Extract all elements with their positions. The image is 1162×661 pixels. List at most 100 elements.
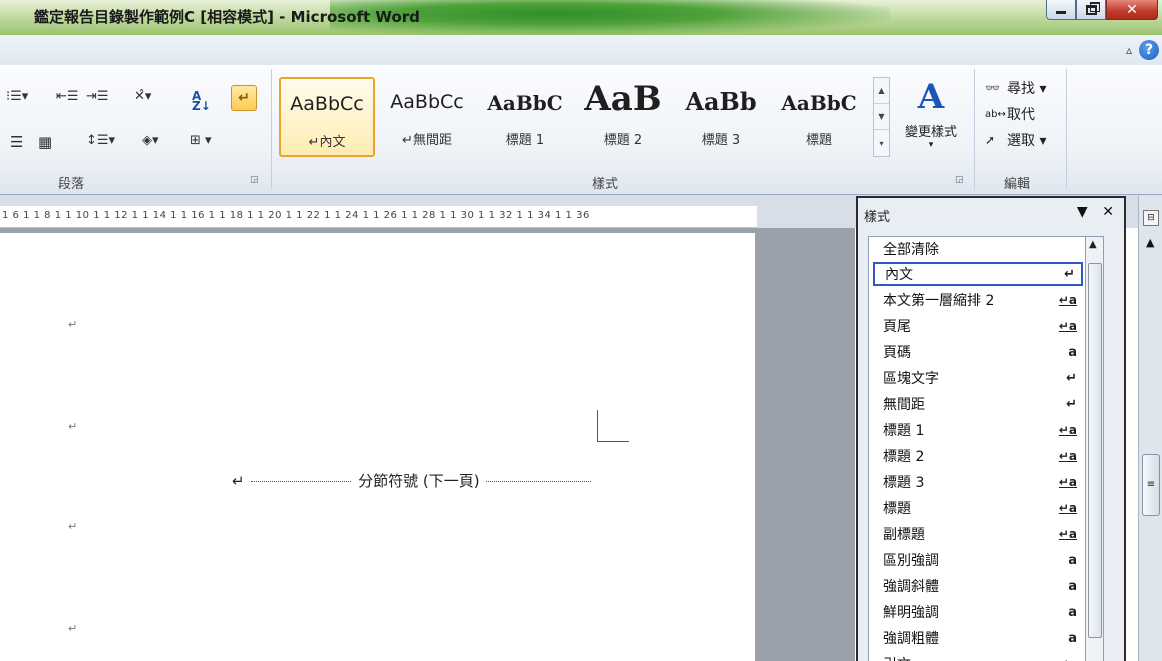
change-styles-icon: A [917, 77, 945, 117]
multilevel-list-icon[interactable]: ⁝☰▾ [6, 89, 28, 104]
gallery-style-normal[interactable]: AaBbCc ↵內文 [279, 77, 375, 157]
paragraph-style-icon: ↵ [1066, 370, 1077, 386]
style-item-label: 全部清除 [883, 242, 939, 258]
style-item-label: 標題 1 [883, 423, 925, 439]
styles-group-label: 樣式 [592, 177, 619, 192]
style-item[interactable]: 強調斜體 a [873, 574, 1083, 598]
gallery-sample: AaBb [685, 87, 757, 116]
gallery-style-heading-3[interactable]: AaBb 標題 3 [673, 77, 769, 157]
collapse-ribbon-icon[interactable]: ▵ [1126, 43, 1132, 57]
line-spacing-icon[interactable]: ↕☰▾ [86, 133, 115, 148]
minimize-button[interactable] [1046, 0, 1076, 20]
replace-label: 取代 [1007, 107, 1035, 123]
minimize-icon [1056, 11, 1066, 14]
gallery-style-name: 標題 [805, 133, 832, 148]
character-style-icon: a [1068, 344, 1077, 360]
help-icon[interactable]: ? [1139, 40, 1159, 60]
pane-close-icon[interactable]: ✕ [1102, 204, 1114, 220]
style-item-label: 標題 3 [883, 475, 925, 491]
editing-group-label: 編輯 [1004, 177, 1031, 192]
style-item[interactable]: 標題 2 ↵a [873, 444, 1083, 468]
style-item[interactable]: 頁尾 ↵a [873, 314, 1083, 338]
style-item[interactable]: 標題 1 ↵a [873, 418, 1083, 442]
scroll-up-icon[interactable]: ▲ [1146, 236, 1154, 249]
gallery-style-title[interactable]: AaBbC 標題 [771, 77, 867, 157]
horizontal-ruler[interactable]: 1 6 1 1 8 1 1 10 1 1 12 1 1 14 1 1 16 1 … [0, 206, 757, 228]
style-item[interactable]: 強調粗體 a [873, 626, 1083, 650]
ribbon-tab-strip: ▵ ? [0, 35, 1162, 65]
linked-style-icon: ↵a [1058, 293, 1077, 307]
binoculars-icon: 👓 [985, 81, 1000, 95]
scroll-thumb[interactable] [1088, 263, 1102, 638]
document-page[interactable] [0, 233, 755, 661]
select-cursor-icon: ➚ [985, 133, 996, 147]
style-item-label: 本文第一層縮排 2 [883, 293, 995, 309]
view-ruler-icon[interactable]: ⊟ [1143, 210, 1159, 226]
character-style-icon: a [1068, 630, 1077, 646]
find-button[interactable]: 👓 尋找 ▾ [985, 75, 1046, 101]
style-item[interactable]: 區塊文字 ↵ [873, 366, 1083, 390]
gallery-style-heading-2[interactable]: AaB 標題 2 [575, 77, 671, 157]
restore-button[interactable] [1076, 0, 1106, 20]
title-bar: 鑑定報告目錄製作範例C [相容模式] - Microsoft Word ✕ [0, 0, 1162, 35]
increase-indent-icon[interactable]: ⇥☰ [86, 89, 109, 104]
change-styles-button[interactable]: A 變更樣式 ▾ [895, 77, 967, 150]
gallery-style-name: ↵無間距 [402, 133, 452, 148]
gallery-style-no-spacing[interactable]: AaBbCc ↵無間距 [379, 77, 475, 157]
style-item[interactable]: 副標題 ↵a [873, 522, 1083, 546]
gallery-more-icon[interactable]: ▾ [874, 130, 889, 156]
style-item-label: 標題 2 [883, 449, 925, 465]
paragraph-dialog-launcher-icon[interactable]: ◲ [250, 175, 259, 185]
style-item[interactable]: 鮮明強調 a [873, 600, 1083, 624]
style-item[interactable]: 標題 3 ↵a [873, 470, 1083, 494]
show-hide-marks-button[interactable]: ↵ [231, 85, 257, 111]
decrease-indent-icon[interactable]: ⇤☰ [56, 89, 79, 104]
scroll-thumb[interactable]: ≡ [1142, 454, 1160, 516]
style-item[interactable]: 無間距 ↵ [873, 392, 1083, 416]
style-item[interactable]: 頁碼 a [873, 340, 1083, 364]
styles-pane-title: 樣式 [864, 210, 891, 225]
style-item[interactable]: 區別強調 a [873, 548, 1083, 572]
document-vertical-scrollbar[interactable]: ⊟ ▲ ≡ [1138, 196, 1162, 661]
style-item[interactable]: 本文第一層縮排 2 ↵a [873, 288, 1083, 312]
distributed-icon[interactable]: ▦ [38, 133, 52, 151]
styles-dialog-launcher-icon[interactable]: ◲ [955, 175, 964, 185]
window-controls: ✕ [1046, 0, 1158, 22]
select-button[interactable]: ➚ 選取 ▾ [985, 127, 1046, 153]
select-label: 選取 ▾ [1007, 133, 1047, 149]
gallery-scroll: ▲ ▼ ▾ [873, 77, 890, 157]
style-list-scrollbar[interactable]: ▲ [1086, 236, 1104, 661]
sort-icon[interactable]: A Z↓ [192, 90, 211, 112]
replace-icon: ab↔ [985, 108, 1006, 120]
style-item-label: 頁尾 [883, 319, 911, 335]
replace-button[interactable]: ab↔ 取代 [985, 101, 1046, 127]
character-style-icon: a [1068, 578, 1077, 594]
gallery-style-name: ↵內文 [308, 135, 346, 150]
style-list: 全部清除 內文 ↵ 本文第一層縮排 2 ↵a 頁尾 ↵a 頁碼 a 區塊文字 ↵ 無間距 ↵… [868, 236, 1086, 661]
gallery-scroll-down-icon[interactable]: ▼ [874, 104, 889, 130]
style-item-label: 標題 [883, 501, 911, 517]
style-item-normal[interactable]: 內文 ↵ [873, 262, 1083, 286]
pane-menu-icon[interactable]: ▼ [1077, 204, 1088, 220]
style-item-label: 頁碼 [883, 345, 911, 361]
styles-pane-controls: ▼ ✕ [1077, 204, 1114, 220]
style-item-clear-all[interactable]: 全部清除 [873, 237, 1083, 261]
section-break-line [251, 481, 352, 482]
style-item[interactable]: 標題 ↵a [873, 496, 1083, 520]
gallery-style-heading-1[interactable]: AaBbC 標題 1 [477, 77, 573, 157]
scroll-up-icon[interactable]: ▲ [1089, 239, 1097, 250]
borders-icon[interactable]: ⊞ ▾ [190, 133, 212, 148]
linked-style-icon: ↵a [1058, 423, 1077, 437]
paragraph-mark: ↵ [68, 622, 78, 635]
style-item-label: 鮮明強調 [883, 605, 939, 621]
linked-style-icon: ↵a [1059, 657, 1077, 661]
asian-layout-icon[interactable]: ✕̂▾ [134, 89, 151, 104]
justify-icon[interactable]: ☰ [10, 133, 23, 151]
style-item-label: 無間距 [883, 397, 925, 413]
group-separator [271, 69, 272, 189]
gallery-scroll-up-icon[interactable]: ▲ [874, 78, 889, 104]
close-button[interactable]: ✕ [1106, 0, 1158, 20]
style-item[interactable]: 引文 ↵a [873, 652, 1083, 661]
shading-icon[interactable]: ◈▾ [142, 133, 159, 148]
style-item-label: 區塊文字 [883, 371, 939, 387]
